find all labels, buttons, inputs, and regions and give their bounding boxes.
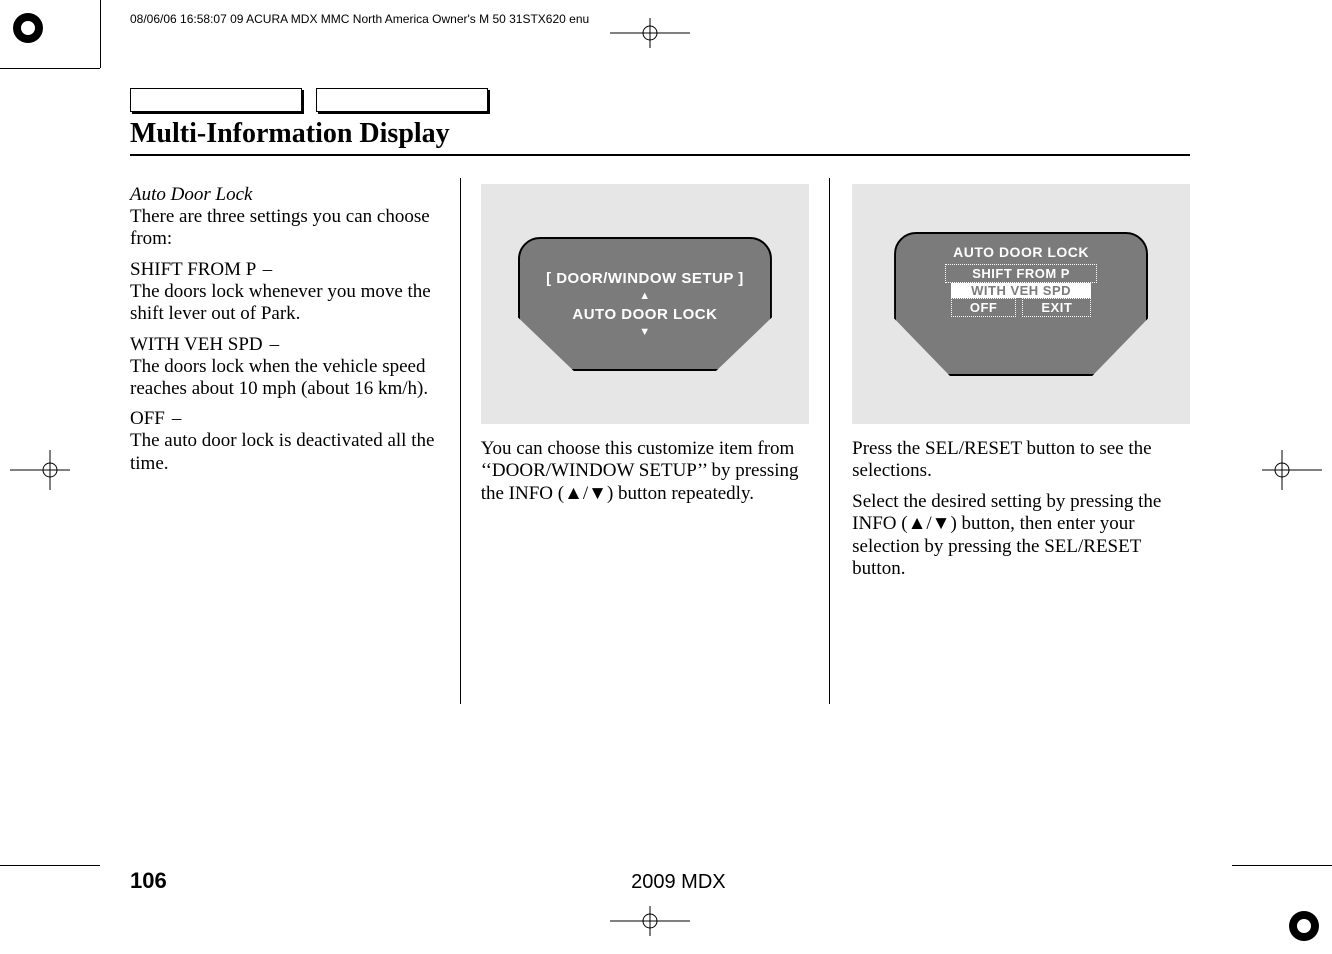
dash-icon: – — [260, 259, 274, 281]
crop-mark — [0, 865, 100, 866]
option-name: OFF — [130, 408, 165, 429]
option-heading: SHIFT FROM P – — [130, 259, 440, 281]
triangle-down-icon: ▼ — [639, 327, 650, 338]
footer-model: 2009 MDX — [167, 871, 1190, 894]
mid-menu-row: OFF EXIT — [951, 298, 1091, 317]
header-meta-line: 08/06/06 16:58:07 09 ACURA MDX MMC North… — [130, 12, 589, 26]
mid-screen: AUTO DOOR LOCK SHIFT FROM P WITH VEH SPD… — [894, 232, 1148, 376]
mid-title: AUTO DOOR LOCK — [953, 244, 1089, 260]
tab-row — [130, 88, 1190, 112]
registration-mark-icon — [10, 10, 46, 46]
crosshair-icon — [610, 906, 690, 936]
option-name: WITH VEH SPD — [130, 334, 263, 355]
mid-line: [ DOOR/WINDOW SETUP ] — [546, 270, 744, 287]
page-footer: 106 2009 MDX — [130, 868, 1190, 894]
page-content: Multi-Information Display Auto Door Lock… — [130, 88, 1190, 704]
section-title: Multi-Information Display — [130, 118, 1190, 150]
option-heading: WITH VEH SPD – — [130, 334, 440, 356]
topic-subhead: Auto Door Lock — [130, 184, 440, 206]
crosshair-icon — [10, 450, 70, 490]
manual-page: { "meta": { "header_line": "08/06/06 16:… — [0, 0, 1332, 954]
option-name: SHIFT FROM P — [130, 259, 256, 280]
column-1: Auto Door Lock There are three settings … — [130, 178, 460, 704]
mid-screen: [ DOOR/WINDOW SETUP ] ▲ AUTO DOOR LOCK ▼ — [518, 237, 772, 371]
crosshair-icon — [1262, 450, 1322, 490]
mid-menu-item: SHIFT FROM P — [945, 264, 1097, 283]
column-text: Press the SEL/RESET button to see the se… — [852, 438, 1190, 483]
column-text: Select the desired setting by pressing t… — [852, 491, 1190, 581]
option-heading: OFF – — [130, 408, 440, 430]
option-desc: The auto door lock is deactivated all th… — [130, 430, 440, 475]
mid-menu-item: OFF — [951, 298, 1017, 317]
dash-icon: – — [267, 334, 281, 356]
crop-mark — [0, 68, 100, 69]
triangle-up-icon: ▲ — [639, 291, 650, 302]
column-3: AUTO DOOR LOCK SHIFT FROM P WITH VEH SPD… — [830, 178, 1190, 704]
crop-mark — [100, 0, 101, 68]
mid-illustration: [ DOOR/WINDOW SETUP ] ▲ AUTO DOOR LOCK ▼ — [481, 184, 809, 424]
mid-menu-item-selected: WITH VEH SPD — [951, 283, 1091, 298]
option-desc: The doors lock whenever you move the shi… — [130, 281, 440, 326]
registration-mark-icon — [1286, 908, 1322, 944]
mid-menu-item: EXIT — [1022, 298, 1091, 317]
column-2: [ DOOR/WINDOW SETUP ] ▲ AUTO DOOR LOCK ▼… — [460, 178, 830, 704]
tab-box — [130, 88, 302, 112]
option-desc: The doors lock when the vehicle speed re… — [130, 356, 440, 401]
crosshair-icon — [610, 18, 690, 48]
intro-text: There are three settings you can choose … — [130, 206, 440, 251]
crop-mark — [1232, 865, 1332, 866]
dash-icon: – — [170, 408, 184, 430]
mid-illustration: AUTO DOOR LOCK SHIFT FROM P WITH VEH SPD… — [852, 184, 1190, 424]
page-number: 106 — [130, 868, 167, 894]
column-text: You can choose this customize item from … — [481, 438, 809, 505]
mid-line: AUTO DOOR LOCK — [572, 306, 717, 323]
columns: Auto Door Lock There are three settings … — [130, 178, 1190, 704]
divider — [130, 154, 1190, 156]
tab-box — [316, 88, 488, 112]
